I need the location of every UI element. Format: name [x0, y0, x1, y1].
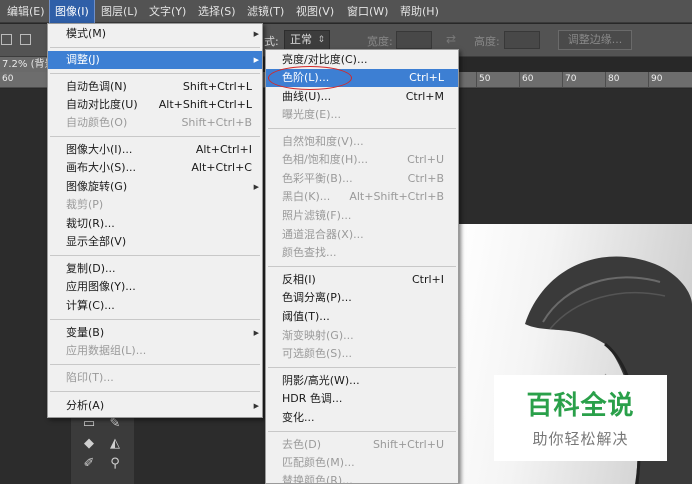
ruler-tick: 60 [2, 74, 14, 84]
menu-bar: 编辑(E) 图像(I) 图层(L) 文字(Y) 选择(S) 滤镜(T) 视图(V… [0, 0, 692, 24]
menu-item-black-white: 黑白(K)... Alt+Shift+Ctrl+B [282, 190, 444, 203]
menu-item-threshold[interactable]: 阈值(T)... [266, 308, 458, 326]
eraser-tool-icon[interactable]: ◆ [77, 435, 101, 453]
menu-item-photo-filter: 照片滤镜(F)... [282, 209, 352, 222]
ruler-tick: 60 [522, 74, 534, 84]
watermark-title: 百科全说 [526, 391, 635, 421]
ruler-line [648, 72, 649, 88]
dodge-tool-icon[interactable]: ⚲ [103, 455, 127, 473]
selection-add-icon[interactable] [20, 34, 31, 45]
submenu-arrow-icon: ▶ [253, 183, 259, 191]
menu-item-channel-mixer: 通道混合器(X)... [282, 228, 364, 241]
menu-item-replace-color: 替换颜色(R)... [282, 474, 353, 484]
menu-item-match-color: 匹配颜色(M)... [282, 456, 355, 469]
menu-item-duplicate[interactable]: 复制(D)... [48, 260, 262, 278]
ruler-tick: 70 [565, 74, 577, 84]
ruler-line [519, 72, 520, 88]
menu-separator [268, 128, 456, 129]
menu-item-image-size[interactable]: 图像大小(I)... Alt+Ctrl+I [48, 141, 262, 159]
annotation-ellipse [268, 66, 352, 90]
selection-new-icon[interactable] [1, 34, 12, 45]
blur-tool-icon[interactable]: ✐ [77, 455, 101, 473]
menu-separator [268, 431, 456, 432]
menu-separator [50, 73, 260, 74]
menu-separator [268, 367, 456, 368]
watermark-subtitle: 助你轻松解决 [532, 430, 629, 448]
menu-item-curves[interactable]: 曲线(U)... Ctrl+M [266, 88, 458, 106]
height-label: 高度: [474, 35, 500, 48]
submenu-arrow-icon: ▶ [253, 56, 259, 64]
menu-item-trap: 陷印(T)... [66, 371, 114, 384]
menu-item-color-lookup: 颜色查找... [282, 246, 337, 259]
menu-item-hdr-toning[interactable]: HDR 色调... [266, 390, 458, 408]
submenu-arrow-icon: ▶ [253, 329, 259, 337]
menu-item-mode[interactable]: 模式(M) ▶ [48, 25, 262, 43]
menu-separator [50, 47, 260, 48]
chevron-updown-icon: ⇕ [317, 35, 325, 45]
width-label: 宽度: [367, 35, 393, 48]
toolbox: ▭ ✎ ◆ ◭ ✐ ⚲ [70, 415, 134, 484]
menu-item-apply-data-set: 应用数据组(L)... [66, 344, 147, 357]
submenu-arrow-icon: ▶ [253, 402, 259, 410]
menu-item-crop: 裁剪(P) [66, 198, 104, 211]
menu-window[interactable]: 窗口(W) [342, 0, 393, 23]
menu-image[interactable]: 图像(I) [49, 0, 95, 24]
menu-select[interactable]: 选择(S) [193, 0, 241, 23]
ruler-line [605, 72, 606, 88]
menu-layer[interactable]: 图层(L) [96, 0, 143, 23]
menu-separator [50, 391, 260, 392]
menu-item-desaturate: 去色(D) Shift+Ctrl+U [282, 438, 444, 451]
menu-item-auto-color: 自动颜色(O) Shift+Ctrl+B [66, 116, 252, 129]
style-select[interactable]: 正常 ⇕ [284, 30, 330, 50]
menu-separator [268, 266, 456, 267]
menu-item-analysis[interactable]: 分析(A) ▶ [48, 397, 262, 415]
menu-separator [50, 255, 260, 256]
image-menu-dropdown: 模式(M) ▶ 调整(J) ▶ 自动色调(N) Shift+Ctrl+L 自动对… [47, 23, 263, 418]
menu-item-canvas-size[interactable]: 画布大小(S)... Alt+Ctrl+C [48, 159, 262, 177]
menu-item-exposure: 曝光度(E)... [282, 108, 342, 121]
paint-bucket-icon[interactable]: ◭ [103, 435, 127, 453]
menu-item-posterize[interactable]: 色调分离(P)... [266, 289, 458, 307]
menu-help[interactable]: 帮助(H) [395, 0, 444, 23]
menu-item-shadows-highlights[interactable]: 阴影/高光(W)... [266, 372, 458, 390]
menu-item-color-balance: 色彩平衡(B)... Ctrl+B [282, 172, 444, 185]
height-input[interactable] [504, 31, 540, 49]
menu-item-apply-image[interactable]: 应用图像(Y)... [48, 278, 262, 296]
menu-type[interactable]: 文字(Y) [144, 0, 191, 23]
menu-item-variations[interactable]: 变化... [266, 409, 458, 427]
menu-item-hue-saturation: 色相/饱和度(H)... Ctrl+U [282, 153, 444, 166]
menu-item-calculations[interactable]: 计算(C)... [48, 297, 262, 315]
adjustments-submenu: 亮度/对比度(C)... 色阶(L)... Ctrl+L 曲线(U)... Ct… [265, 49, 459, 484]
menu-item-reveal-all[interactable]: 显示全部(V) [48, 233, 262, 251]
style-label: 式: [264, 35, 279, 48]
menu-item-auto-tone[interactable]: 自动色调(N) Shift+Ctrl+L [48, 78, 262, 96]
submenu-arrow-icon: ▶ [253, 30, 259, 38]
menu-edit[interactable]: 编辑(E) [2, 0, 50, 23]
menu-separator [50, 364, 260, 365]
menu-item-adjustments[interactable]: 调整(J) ▶ [48, 51, 262, 69]
watermark-logo: 百科全说 助你轻松解决 [494, 375, 667, 461]
ruler-tick: 90 [651, 74, 663, 84]
menu-item-auto-contrast[interactable]: 自动对比度(U) Alt+Shift+Ctrl+L [48, 96, 262, 114]
ruler-tick: 50 [479, 74, 491, 84]
swap-icon[interactable]: ⇄ [446, 32, 456, 46]
menu-item-selective-color: 可选颜色(S)... [282, 347, 353, 360]
menu-separator [50, 319, 260, 320]
menu-filter[interactable]: 滤镜(T) [242, 0, 289, 23]
width-input[interactable] [396, 31, 432, 49]
menu-item-variables[interactable]: 变量(B) ▶ [48, 324, 262, 342]
menu-item-trim[interactable]: 裁切(R)... [48, 215, 262, 233]
ruler-line [476, 72, 477, 88]
ruler-line [562, 72, 563, 88]
menu-separator [50, 136, 260, 137]
ruler-tick: 80 [608, 74, 620, 84]
menu-item-gradient-map: 渐变映射(G)... [282, 329, 354, 342]
menu-item-vibrance: 自然饱和度(V)... [282, 135, 364, 148]
menu-item-invert[interactable]: 反相(I) Ctrl+I [266, 271, 458, 289]
refine-edge-button[interactable]: 调整边缘... [558, 30, 632, 50]
menu-view[interactable]: 视图(V) [291, 0, 339, 23]
style-value: 正常 [290, 33, 312, 46]
menu-item-image-rotation[interactable]: 图像旋转(G) ▶ [48, 178, 262, 196]
